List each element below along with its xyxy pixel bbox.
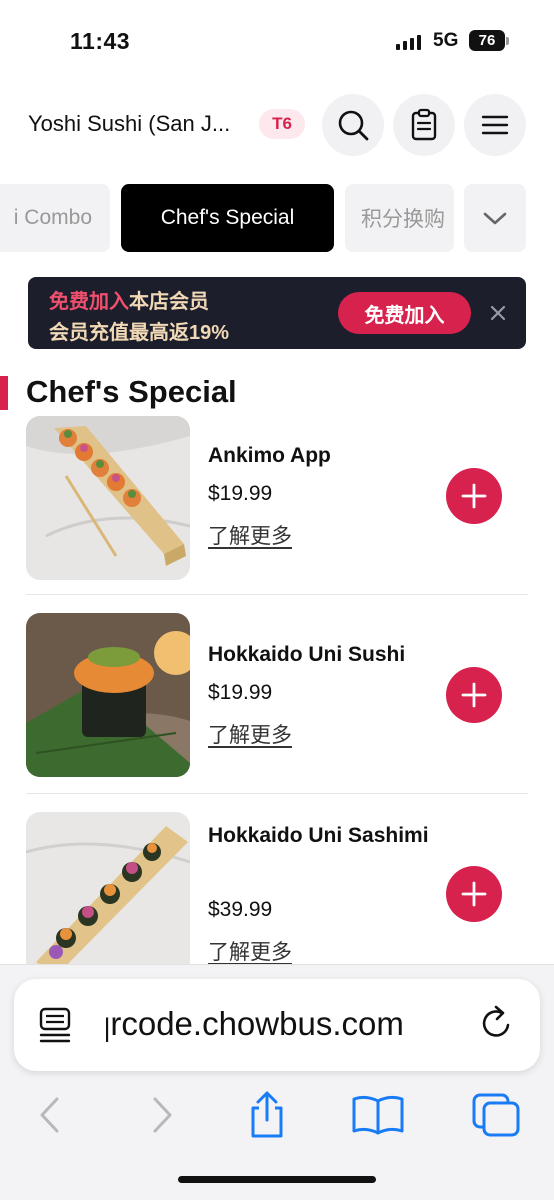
status-bar: 11:43 5G 76 bbox=[0, 0, 554, 84]
menu-icon bbox=[481, 115, 509, 135]
add-to-cart-button[interactable] bbox=[446, 667, 502, 723]
close-icon bbox=[490, 305, 506, 321]
bookmarks-button[interactable] bbox=[348, 1087, 408, 1143]
share-button[interactable] bbox=[237, 1087, 297, 1143]
tab-combo[interactable]: i Combo bbox=[0, 184, 110, 252]
app-header: Yoshi Sushi (San J... T6 bbox=[0, 94, 554, 156]
chevron-right-icon bbox=[153, 1097, 172, 1133]
item-divider bbox=[26, 793, 528, 794]
section-marker bbox=[0, 376, 8, 410]
item-price: $39.99 bbox=[208, 898, 273, 921]
plus-icon bbox=[461, 483, 487, 509]
item-photo[interactable] bbox=[26, 812, 190, 966]
add-to-cart-button[interactable] bbox=[446, 468, 502, 524]
item-learn-more-link[interactable]: 了解更多 bbox=[208, 520, 292, 550]
menu-item[interactable]: Hokkaido Uni Sashimi $39.99 了解更多 bbox=[26, 812, 528, 966]
item-photo[interactable] bbox=[26, 416, 190, 580]
share-icon bbox=[251, 1091, 283, 1138]
menu-list: Ankimo App $19.99 了解更多 Hokkaido Uni Sush… bbox=[0, 416, 554, 966]
search-button[interactable] bbox=[322, 94, 384, 156]
plus-icon bbox=[461, 881, 487, 907]
tab-chefs-special[interactable]: Chef's Special bbox=[121, 184, 334, 252]
reload-icon bbox=[482, 1005, 510, 1037]
promo-subline: 会员充值最高返19% bbox=[49, 322, 230, 344]
home-indicator bbox=[178, 1176, 376, 1183]
table-badge: T6 bbox=[259, 109, 305, 139]
item-name[interactable]: Hokkaido Uni Sashimi bbox=[208, 818, 438, 853]
tabs-icon bbox=[472, 1093, 520, 1137]
item-learn-more-link[interactable]: 了解更多 bbox=[208, 936, 292, 966]
back-button[interactable] bbox=[20, 1087, 80, 1143]
order-list-icon bbox=[411, 108, 437, 141]
item-name[interactable]: Hokkaido Uni Sushi bbox=[208, 637, 438, 672]
menu-item[interactable]: Hokkaido Uni Sushi $19.99 了解更多 bbox=[26, 613, 528, 793]
status-time: 11:43 bbox=[70, 28, 131, 54]
item-price: $19.99 bbox=[208, 482, 273, 505]
browser-toolbar: qrcode.chowbus.com bbox=[0, 964, 554, 1200]
page-menu-icon bbox=[39, 1007, 71, 1043]
order-list-button[interactable] bbox=[393, 94, 455, 156]
chevron-down-icon bbox=[483, 212, 507, 225]
signal-icon bbox=[396, 34, 421, 50]
tabs-expand-button[interactable] bbox=[464, 184, 526, 252]
promo-highlight: 免费加入 bbox=[49, 291, 129, 313]
category-tabs: i Combo Chef's Special 积分换购 bbox=[0, 184, 554, 252]
join-membership-button[interactable]: 免费加入 bbox=[338, 292, 471, 334]
plus-icon bbox=[461, 682, 487, 708]
search-icon bbox=[338, 110, 369, 141]
item-photo[interactable] bbox=[26, 613, 190, 777]
menu-button[interactable] bbox=[464, 94, 526, 156]
section-title: Chef's Special bbox=[26, 374, 237, 409]
membership-banner: 免费加入本店会员 会员充值最高返19% 免费加入 bbox=[28, 277, 526, 349]
book-icon bbox=[352, 1095, 404, 1135]
tab-points-redeem[interactable]: 积分换购 bbox=[345, 184, 454, 252]
close-banner-button[interactable] bbox=[484, 299, 512, 327]
item-divider bbox=[26, 594, 528, 595]
promo-line1-rest: 本店会员 bbox=[129, 291, 209, 313]
url-text[interactable]: qrcode.chowbus.com bbox=[106, 1005, 466, 1043]
network-type: 5G bbox=[433, 30, 459, 51]
chevron-left-icon bbox=[40, 1097, 59, 1133]
address-bar[interactable]: qrcode.chowbus.com bbox=[14, 979, 540, 1071]
reload-button[interactable] bbox=[480, 1003, 516, 1048]
menu-item[interactable]: Ankimo App $19.99 了解更多 bbox=[26, 416, 528, 594]
add-to-cart-button[interactable] bbox=[446, 866, 502, 922]
forward-button[interactable] bbox=[132, 1087, 192, 1143]
battery-tip bbox=[506, 37, 509, 45]
item-price: $19.99 bbox=[208, 681, 273, 704]
page-menu-button[interactable] bbox=[38, 1005, 74, 1050]
store-name[interactable]: Yoshi Sushi (San J... bbox=[28, 111, 230, 137]
tabs-button[interactable] bbox=[466, 1087, 526, 1143]
item-name[interactable]: Ankimo App bbox=[208, 438, 438, 473]
battery-icon: 76 bbox=[469, 30, 505, 51]
item-learn-more-link[interactable]: 了解更多 bbox=[208, 719, 292, 749]
promo-headline: 免费加入本店会员 bbox=[49, 285, 209, 314]
